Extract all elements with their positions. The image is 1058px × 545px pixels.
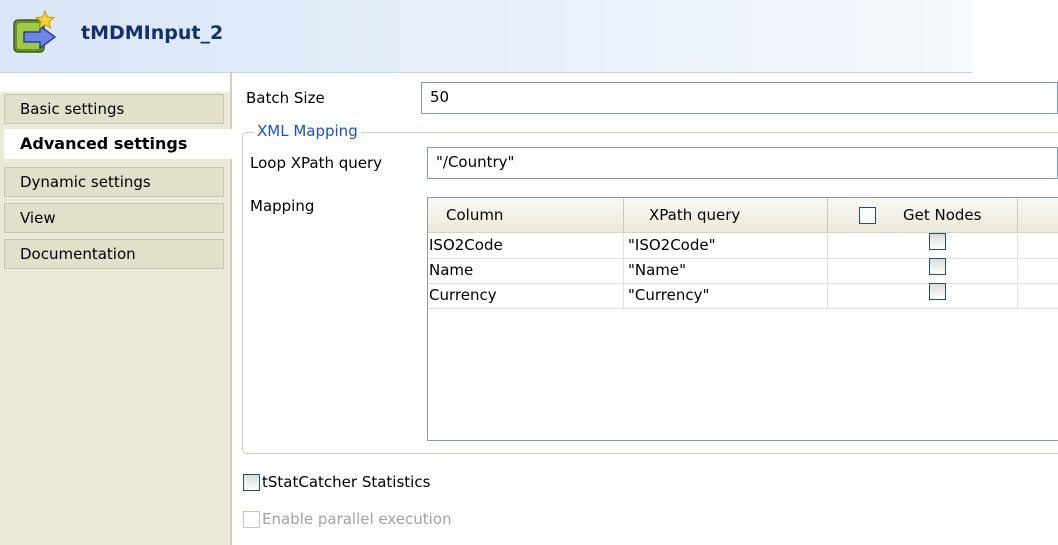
loop-xpath-input[interactable]: "/Country" [427,147,1058,179]
table-header: Column XPath query Get Nodes [428,198,1058,233]
parallel-execution-checkbox [243,511,260,528]
tstatcatcher-label: tStatCatcher Statistics [262,473,431,491]
loop-xpath-label: Loop XPath query [250,154,383,172]
batch-size-input[interactable]: 50 [421,82,1058,114]
sidebar-item-label: Advanced settings [20,134,188,153]
sidebar-item-label: Basic settings [20,100,125,118]
tmdm-component-icon [13,10,57,53]
sidebar-item-label: Documentation [20,245,136,263]
table-row[interactable]: Name "Name" [428,258,1058,284]
parallel-execution-label: Enable parallel execution [262,510,452,528]
batch-size-label: Batch Size [246,89,325,107]
get-nodes-checkbox[interactable] [929,258,946,275]
xml-mapping-title: XML Mapping [254,122,361,140]
component-header: tMDMInput_2 [0,0,972,73]
sidebar-item-advanced-settings[interactable]: Advanced settings [4,129,232,159]
settings-sidebar [0,92,230,545]
sidebar-item-dynamic-settings[interactable]: Dynamic settings [4,167,224,197]
sidebar-item-label: View [20,209,56,227]
cell-column[interactable]: Currency [428,283,624,308]
get-nodes-header-label: Get Nodes [903,206,982,224]
component-title: tMDMInput_2 [81,22,224,44]
cell-get-nodes [828,283,1018,308]
table-row[interactable]: Currency "Currency" [428,283,1058,309]
get-nodes-checkbox[interactable] [929,283,946,300]
cell-get-nodes [828,233,1018,258]
sidebar-item-label: Dynamic settings [20,173,151,191]
tstatcatcher-checkbox[interactable] [243,474,260,491]
get-nodes-checkbox[interactable] [929,233,946,250]
sidebar-item-documentation[interactable]: Documentation [4,239,224,269]
column-header-column[interactable]: Column [428,198,624,232]
cell-xpath[interactable]: "Currency" [624,283,828,308]
column-header-get-nodes[interactable]: Get Nodes [828,198,1018,232]
mapping-label: Mapping [250,197,315,215]
cell-xpath[interactable]: "Name" [624,258,828,283]
cell-xpath[interactable]: "ISO2Code" [624,233,828,258]
table-row[interactable]: ISO2Code "ISO2Code" [428,233,1058,259]
sidebar-item-view[interactable]: View [4,203,224,233]
column-header-xpath[interactable]: XPath query [624,198,828,232]
mapping-table: Column XPath query Get Nodes ISO2Code "I… [427,197,1058,441]
sidebar-item-basic-settings[interactable]: Basic settings [4,94,224,124]
get-nodes-select-all-checkbox[interactable] [859,207,876,224]
cell-column[interactable]: ISO2Code [428,233,624,258]
cell-column[interactable]: Name [428,258,624,283]
cell-get-nodes [828,258,1018,283]
